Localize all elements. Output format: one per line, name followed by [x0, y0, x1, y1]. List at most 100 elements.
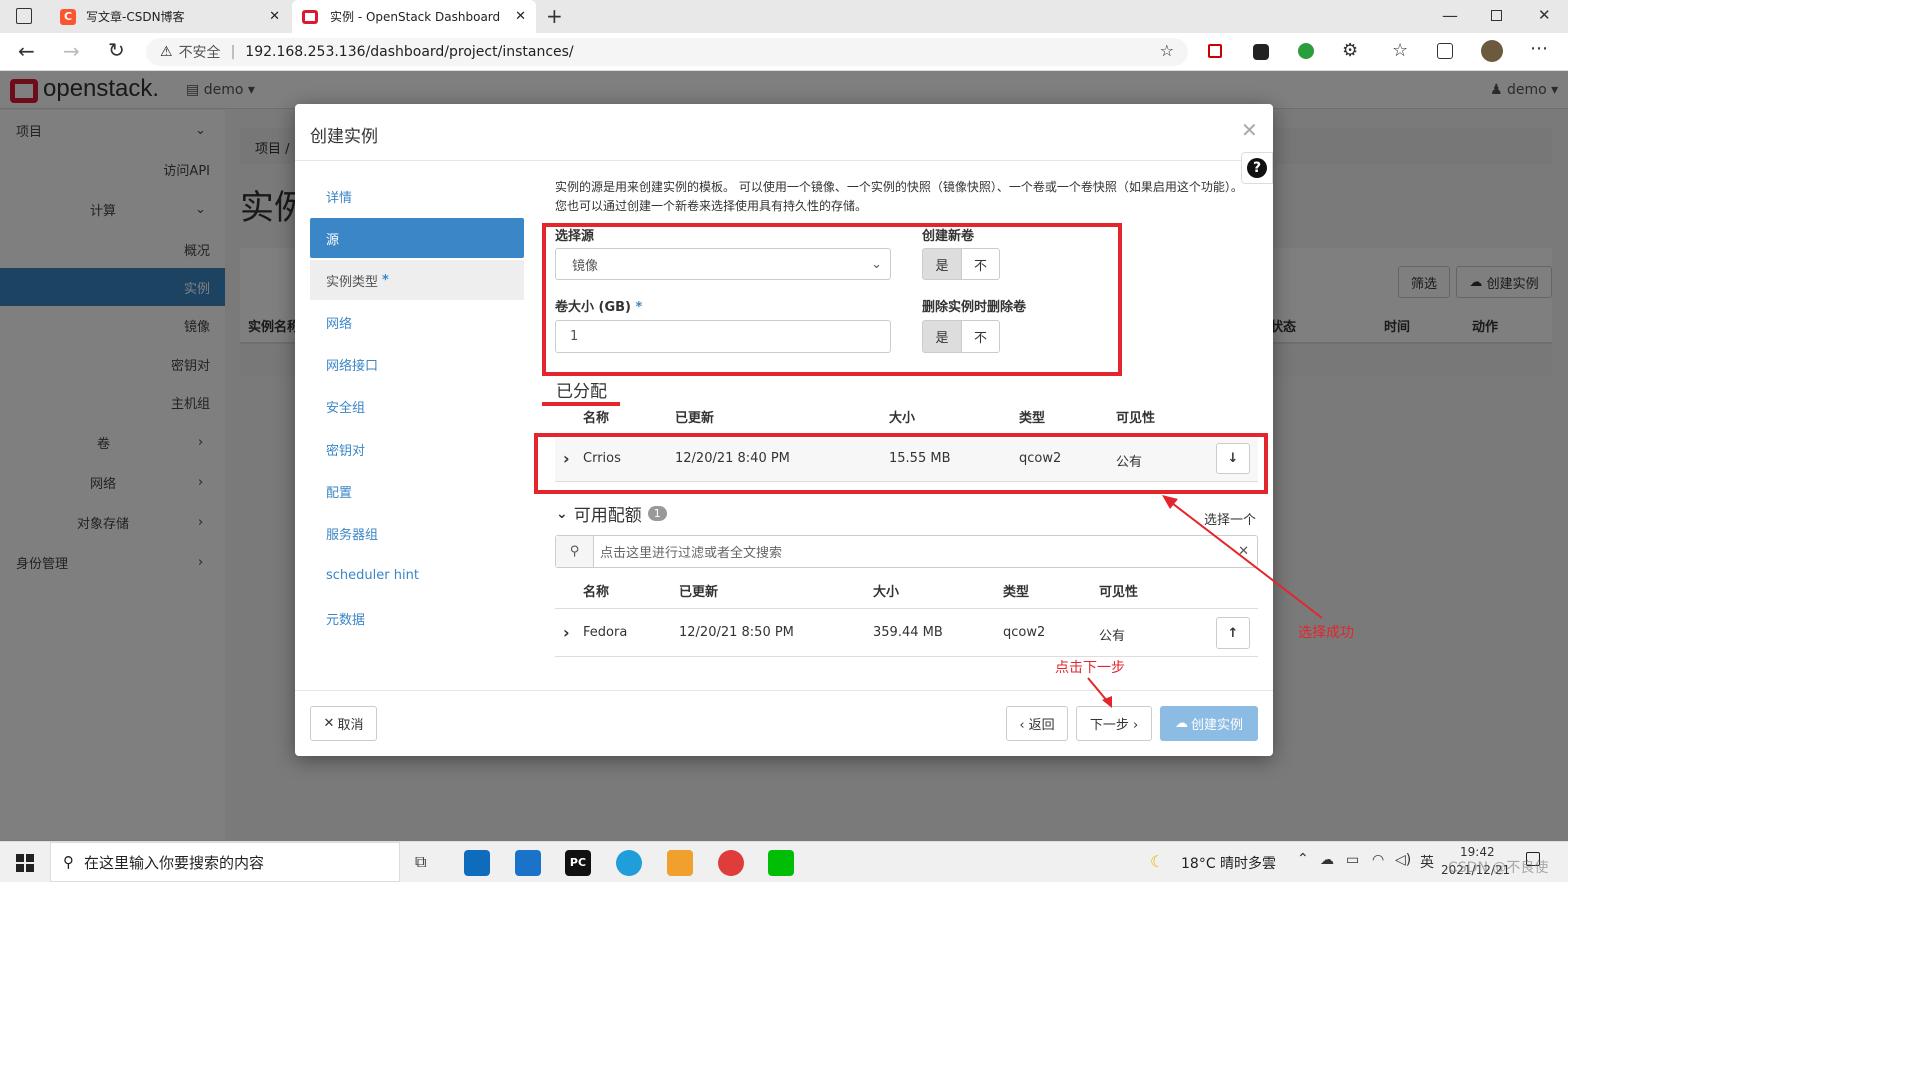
task-view-icon[interactable]: ⧉ — [415, 852, 426, 872]
col-header-visibility: 可见性 — [1116, 411, 1156, 426]
taskbar-search-placeholder: 在这里输入你要搜索的内容 — [84, 853, 265, 872]
step-network-ports[interactable]: 网络接口 — [310, 344, 524, 384]
row-type: qcow2 — [1003, 625, 1046, 640]
extension-icon-1[interactable] — [1208, 44, 1222, 58]
col-header-name: 名称 — [583, 585, 610, 600]
col-header-name: 名称 — [583, 411, 610, 426]
search-icon: ⚲ — [556, 536, 594, 567]
mail-icon[interactable] — [515, 850, 541, 876]
battery-icon[interactable]: ▭ — [1346, 852, 1359, 868]
row-name: Fedora — [583, 625, 628, 640]
step-metadata[interactable]: 元数据 — [310, 598, 524, 638]
ime-indicator[interactable]: 英 — [1420, 852, 1434, 872]
taskbar-search[interactable]: ⚲ 在这里输入你要搜索的内容 — [50, 842, 400, 882]
close-icon[interactable]: ✕ — [1241, 118, 1258, 142]
next-button[interactable]: 下一步 › — [1076, 706, 1152, 741]
volume-icon[interactable]: ◁) — [1395, 852, 1411, 868]
step-source[interactable]: 源 — [310, 218, 524, 258]
browser-tab-csdn[interactable]: C 写文章-CSDN博客 ✕ — [50, 0, 290, 33]
step-label: 安全组 — [326, 400, 366, 416]
cloud-upload-icon: ☁ — [1174, 716, 1188, 731]
extension-icon-3[interactable] — [1298, 43, 1314, 59]
more-menu-icon[interactable]: ⋯ — [1530, 38, 1548, 59]
step-security-groups[interactable]: 安全组 — [310, 386, 524, 426]
cancel-button[interactable]: ✕ 取消 — [310, 706, 377, 741]
search-input[interactable]: ⚲ 点击这里进行过滤或者全文搜索 ✕ — [555, 535, 1258, 568]
step-label: 元数据 — [326, 612, 366, 628]
extension-icon-2[interactable] — [1253, 44, 1269, 60]
cancel-button-label: 取消 — [337, 718, 364, 733]
col-header-updated: 已更新 — [679, 585, 719, 600]
browser-tab-openstack[interactable]: 实例 - OpenStack Dashboard ✕ — [292, 0, 536, 33]
security-label: 不安全 — [178, 45, 221, 61]
warning-icon: ⚠ — [160, 44, 173, 60]
col-header-visibility: 可见性 — [1099, 585, 1139, 600]
store-icon[interactable] — [464, 850, 490, 876]
close-icon: ✕ — [323, 716, 335, 731]
tab-title: 写文章-CSDN博客 — [86, 10, 185, 24]
tray-chevron-icon[interactable]: ⌃ — [1297, 851, 1309, 867]
col-header-type: 类型 — [1003, 585, 1030, 600]
weather-text[interactable]: 18°C 晴时多雲 — [1181, 853, 1276, 873]
step-label: scheduler hint — [326, 567, 419, 583]
col-header-size: 大小 — [889, 411, 916, 426]
windows-start-icon[interactable] — [16, 854, 34, 872]
allocate-button[interactable]: ↑ — [1216, 617, 1250, 649]
chevron-down-icon: ⌄ — [556, 505, 568, 522]
step-keypair[interactable]: 密钥对 — [310, 429, 524, 469]
vmware-icon[interactable] — [667, 850, 693, 876]
openstack-favicon-icon — [302, 9, 318, 24]
step-label: 源 — [326, 232, 340, 248]
back-button[interactable]: ‹ 返回 — [1006, 706, 1068, 741]
required-asterisk: * — [382, 272, 389, 288]
pycharm-icon[interactable]: PC — [565, 850, 591, 876]
app-icon-red[interactable] — [718, 850, 744, 876]
step-label: 密钥对 — [326, 443, 366, 459]
step-label: 网络 — [326, 316, 353, 332]
favorites-icon[interactable]: ☆ — [1392, 40, 1408, 61]
back-button-label: ‹ 返回 — [1019, 718, 1055, 733]
clear-search-icon[interactable]: ✕ — [1238, 544, 1249, 559]
close-window-icon[interactable]: ✕ — [1538, 6, 1551, 24]
extensions-icon[interactable]: ⚙ — [1342, 40, 1358, 61]
wifi-icon[interactable]: ◠ — [1372, 852, 1384, 868]
step-details[interactable]: 详情 — [310, 176, 524, 216]
modal-header — [295, 104, 1273, 161]
minimize-icon[interactable]: — — [1442, 6, 1458, 25]
annotation-select-one: 选择一个 — [1204, 513, 1257, 528]
restore-icon[interactable] — [1491, 10, 1502, 21]
onedrive-icon[interactable]: ☁ — [1320, 852, 1334, 868]
url-text: 192.168.253.136/dashboard/project/instan… — [245, 44, 574, 60]
taskbar: ⚲ 在这里输入你要搜索的内容 ⧉ PC ☾ 18°C 晴时多雲 ⌃ ☁ ▭ ◠ … — [0, 841, 1568, 882]
allocated-title: 已分配 — [556, 382, 607, 402]
forward-icon[interactable]: → — [63, 39, 80, 63]
profile-avatar[interactable] — [1481, 40, 1503, 62]
tab-actions-icon[interactable] — [16, 8, 32, 24]
iqiyi-icon[interactable] — [768, 850, 794, 876]
step-networks[interactable]: 网络 — [310, 302, 524, 342]
search-icon: ⚲ — [63, 853, 74, 871]
help-icon[interactable]: ? — [1241, 152, 1273, 184]
close-tab-icon[interactable]: ✕ — [269, 9, 280, 24]
reload-icon[interactable]: ↻ — [108, 38, 125, 62]
expand-row-icon[interactable]: › — [563, 623, 570, 642]
step-scheduler-hints[interactable]: scheduler hint — [310, 555, 524, 595]
new-tab-icon[interactable]: + — [546, 4, 563, 28]
step-configuration[interactable]: 配置 — [310, 471, 524, 511]
edge-icon[interactable] — [616, 850, 642, 876]
available-title[interactable]: ⌄ 可用配额 1 — [556, 501, 667, 526]
back-icon[interactable]: ← — [18, 39, 35, 63]
source-description: 实例的源是用来创建实例的模板。 可以使用一个镜像、一个实例的快照（镜像快照）、一… — [555, 180, 1243, 213]
url-field[interactable]: ⚠ 不安全 | 192.168.253.136/dashboard/projec… — [146, 38, 1188, 66]
browser-tab-bar: C 写文章-CSDN博客 ✕ 实例 - OpenStack Dashboard … — [0, 0, 1568, 33]
col-header-updated: 已更新 — [675, 411, 715, 426]
create-instance-button[interactable]: ☁ 创建实例 — [1160, 706, 1258, 741]
step-flavor[interactable]: 实例类型 * — [310, 260, 524, 300]
step-server-groups[interactable]: 服务器组 — [310, 513, 524, 553]
favorite-add-icon[interactable]: ☆ — [1160, 41, 1174, 60]
col-header-size: 大小 — [873, 585, 900, 600]
close-tab-icon[interactable]: ✕ — [515, 9, 526, 24]
annotation-click-next: 点击下一步 — [1055, 660, 1125, 676]
annotation-box-source — [542, 223, 1122, 376]
collections-icon[interactable] — [1437, 43, 1453, 59]
